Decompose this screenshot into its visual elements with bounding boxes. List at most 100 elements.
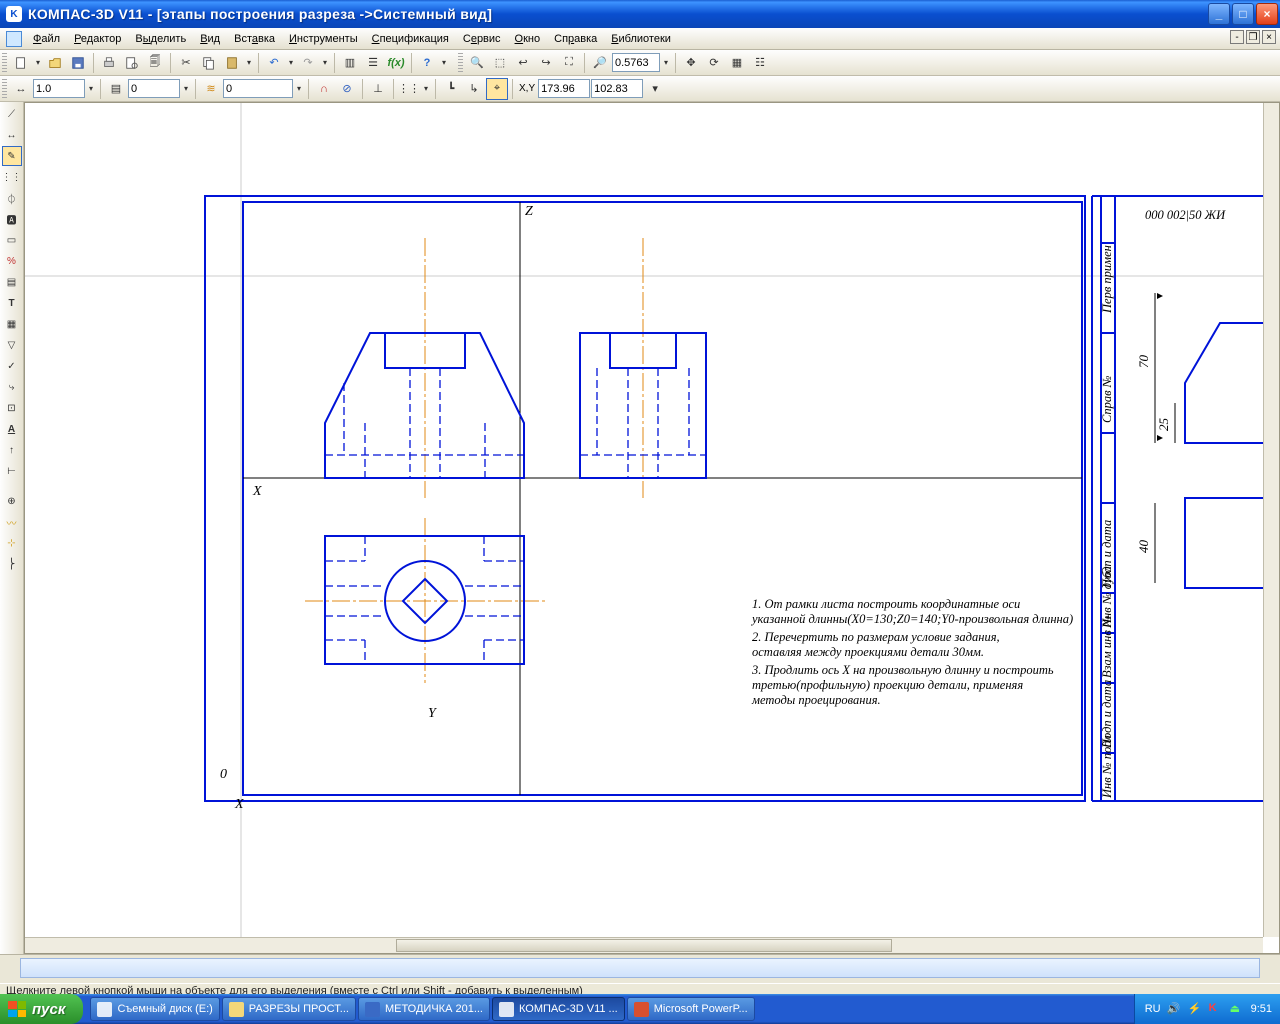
horizontal-scrollbar[interactable] (25, 937, 1263, 953)
roughness-tool[interactable]: ✓ (2, 356, 22, 376)
pan-button[interactable]: ✥ (680, 52, 702, 74)
variables-button[interactable]: f(x) (385, 52, 407, 74)
window-close-button[interactable]: × (1256, 3, 1278, 25)
manager-button[interactable]: ▥ (339, 52, 361, 74)
taskbar-item-word[interactable]: МЕТОДИЧКА 201... (358, 997, 490, 1021)
zoom-next-button[interactable]: ↪ (535, 52, 557, 74)
undo-button[interactable]: ↶ (263, 52, 285, 74)
geometry-tab[interactable]: ⟋ (2, 104, 22, 124)
property-panel-bar[interactable] (20, 958, 1260, 978)
step-dropdown[interactable]: ▾ (86, 78, 96, 100)
zoom-in-button[interactable]: 🔍 (466, 52, 488, 74)
window-maximize-button[interactable]: □ (1232, 3, 1254, 25)
text-tool[interactable]: T (2, 293, 22, 313)
taskbar-item-removable-disk[interactable]: Съемный диск (E:) (90, 997, 219, 1021)
mdi-restore-button[interactable]: ❐ (1246, 30, 1260, 44)
table-tool[interactable]: ▦ (2, 314, 22, 334)
help-button[interactable]: ? (416, 52, 438, 74)
menu-edit[interactable]: Редактор (67, 31, 128, 47)
plot-button[interactable]: 🗐 (144, 52, 166, 74)
snap-on-button[interactable]: ∩ (313, 78, 335, 100)
properties-button[interactable]: ☰ (362, 52, 384, 74)
tray-clock[interactable]: 9:51 (1251, 1003, 1272, 1015)
taskbar-item-folder[interactable]: РАЗРЕЗЫ ПРОСТ... (222, 997, 356, 1021)
cut-button[interactable]: ✂ (175, 52, 197, 74)
axis-tool[interactable]: ⊹ (2, 533, 22, 553)
doc-system-icon[interactable] (6, 31, 22, 47)
window-minimize-button[interactable]: _ (1208, 3, 1230, 25)
assoc-tab[interactable]: % (2, 251, 22, 271)
layer-input[interactable] (223, 79, 293, 98)
menu-window[interactable]: Окно (508, 31, 548, 47)
spec-tab[interactable]: ▤ (2, 272, 22, 292)
step-input[interactable] (33, 79, 85, 98)
help-dropdown[interactable]: ▾ (439, 52, 449, 74)
zoom-prev-button[interactable]: ↩ (512, 52, 534, 74)
center-tool[interactable]: ⊕ (2, 491, 22, 511)
edit-tab[interactable]: ⋮⋮ (2, 167, 22, 187)
menu-file[interactable]: ФФайлайл (26, 31, 67, 47)
cursor-x-input[interactable] (538, 79, 590, 98)
coords-menu-button[interactable]: ▾ (644, 78, 666, 100)
tray-icon-update[interactable]: ⚡ (1188, 1002, 1203, 1017)
dimensions-tab[interactable]: ↔ (2, 125, 22, 145)
new-dropdown[interactable]: ▾ (33, 52, 43, 74)
paste-button[interactable] (221, 52, 243, 74)
redo-dropdown[interactable]: ▾ (320, 52, 330, 74)
ortho-button[interactable]: ┗ (440, 78, 462, 100)
taskbar-item-kompas[interactable]: КОМПАС-3D V11 ... (492, 997, 625, 1021)
style-input[interactable] (128, 79, 180, 98)
mdi-minimize-button[interactable]: - (1230, 30, 1244, 44)
measure-tab[interactable]: 🅰 (2, 209, 22, 229)
tray-icon-network[interactable]: 🔊 (1167, 1002, 1182, 1017)
zoom-input[interactable] (612, 53, 660, 72)
toolbar-handle[interactable] (2, 79, 7, 99)
tray-language[interactable]: RU (1145, 1003, 1161, 1015)
system-tray[interactable]: RU 🔊 ⚡ K ⏏ 9:51 (1134, 994, 1280, 1024)
undo-dropdown[interactable]: ▾ (286, 52, 296, 74)
brace-tool[interactable]: ⎬ (2, 554, 22, 574)
zoom-fit-button[interactable]: ⛶ (558, 52, 580, 74)
toolbar-handle[interactable] (2, 53, 7, 73)
snap-off-button[interactable]: ⊘ (336, 78, 358, 100)
mdi-close-button[interactable]: × (1262, 30, 1276, 44)
menu-view[interactable]: Вид (193, 31, 227, 47)
paste-dropdown[interactable]: ▾ (244, 52, 254, 74)
base-tool[interactable]: ▽ (2, 335, 22, 355)
round-button[interactable]: ↳ (463, 78, 485, 100)
views-toggle-button[interactable]: ▦ (726, 52, 748, 74)
axis-button[interactable]: ⊥ (367, 78, 389, 100)
open-button[interactable] (44, 52, 66, 74)
menu-select[interactable]: Выделить (128, 31, 193, 47)
arrow-tool[interactable]: ↑ (2, 440, 22, 460)
redo-button[interactable]: ↷ (297, 52, 319, 74)
new-button[interactable] (10, 52, 32, 74)
local-cs-button[interactable]: ⌖ (486, 78, 508, 100)
menu-tools[interactable]: Инструменты (282, 31, 365, 47)
cutline-tool[interactable]: ⊢ (2, 461, 22, 481)
leader-tool[interactable]: ⤷ (2, 377, 22, 397)
menu-insert[interactable]: Вставка (227, 31, 282, 47)
menu-help[interactable]: Справка (547, 31, 604, 47)
datum-tool[interactable]: A (2, 419, 22, 439)
start-button[interactable]: пуск (0, 994, 83, 1024)
preview-button[interactable] (121, 52, 143, 74)
layer-dropdown[interactable]: ▾ (294, 78, 304, 100)
tray-icon-safely-remove[interactable]: ⏏ (1230, 1002, 1245, 1017)
wave-tool[interactable]: 〰 (2, 512, 22, 532)
print-button[interactable] (98, 52, 120, 74)
taskbar-item-powerpoint[interactable]: Microsoft PowerP... (627, 997, 755, 1021)
drawing-canvas[interactable]: Z X Y 0 X (24, 102, 1280, 954)
zoom-dropdown[interactable]: ▾ (661, 52, 671, 74)
zoom-window-button[interactable]: ⬚ (489, 52, 511, 74)
select-tab[interactable]: ▭ (2, 230, 22, 250)
param-tab[interactable]: ⏀ (2, 188, 22, 208)
tolerance-tool[interactable]: ⊡ (2, 398, 22, 418)
cursor-y-input[interactable] (591, 79, 643, 98)
menu-spec[interactable]: Спецификация (365, 31, 456, 47)
redraw-button[interactable]: ⟳ (703, 52, 725, 74)
menu-libs[interactable]: Библиотеки (604, 31, 678, 47)
zoom-realtime-button[interactable]: 🔎 (589, 52, 611, 74)
copy-button[interactable] (198, 52, 220, 74)
view-toolbar-handle[interactable] (458, 53, 463, 73)
